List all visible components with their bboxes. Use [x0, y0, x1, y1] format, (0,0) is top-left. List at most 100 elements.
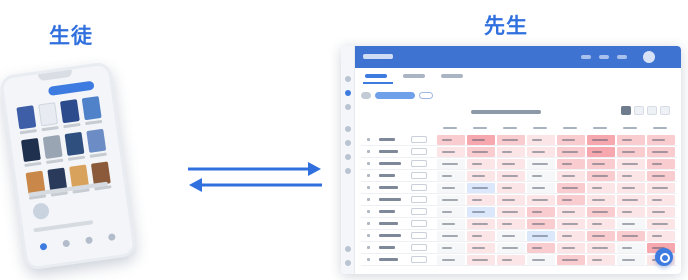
avatar: [31, 202, 51, 221]
heatmap-cell: [587, 159, 615, 169]
heatmap-cell: [527, 195, 555, 205]
cell-value-placeholder: [652, 235, 662, 237]
student-name-placeholder: [379, 162, 401, 165]
row-index: [367, 210, 370, 213]
sidebar-icon: [345, 76, 351, 82]
heatmap-cell: [437, 159, 465, 169]
student-phone-mockup: [0, 61, 138, 271]
column-header: [473, 127, 487, 129]
heatmap-cell: [467, 147, 495, 157]
heatmap-cell: [497, 243, 525, 253]
heatmap-cell: [527, 243, 555, 253]
table-row: [361, 146, 677, 158]
book-item: [38, 102, 59, 132]
row-index: [367, 174, 370, 177]
phone-tab: [62, 239, 71, 247]
heatmap-cell: [587, 135, 615, 145]
row-badge: [411, 148, 427, 155]
student-name-placeholder: [379, 258, 398, 261]
cell-value-placeholder: [442, 223, 455, 225]
student-name-placeholder: [379, 138, 395, 141]
heatmap-cell: [617, 195, 645, 205]
row-index: [367, 186, 370, 189]
cell-value-placeholder: [652, 139, 665, 141]
heatmap-cell: [587, 243, 615, 253]
heatmap-cell: [587, 255, 615, 265]
heatmap-cell: [587, 171, 615, 181]
heatmap-cell: [617, 183, 645, 193]
heatmap-cell: [557, 135, 585, 145]
heatmap-cell: [527, 159, 555, 169]
heatmap-cell: [617, 243, 645, 253]
cell-value-placeholder: [532, 139, 542, 141]
table-row: [361, 134, 677, 146]
header-item: [581, 55, 591, 59]
sidebar-icon: [345, 260, 351, 266]
table-row: [361, 230, 677, 242]
cell-value-placeholder: [532, 163, 548, 165]
dashboard-header: [355, 46, 681, 68]
heatmap-cell: [497, 135, 525, 145]
heatmap-cell: [497, 159, 525, 169]
heatmap-cell: [647, 219, 675, 229]
cell-value-placeholder: [562, 151, 578, 153]
cell-value-placeholder: [502, 199, 515, 201]
student-name-placeholder: [379, 246, 395, 249]
cell-value-placeholder: [562, 187, 578, 189]
arrow-left-icon: [189, 178, 322, 192]
cell-value-placeholder: [562, 199, 572, 201]
cell-value-placeholder: [532, 223, 545, 225]
row-index: [367, 150, 370, 153]
cell-value-placeholder: [622, 163, 638, 165]
column-header: [653, 127, 667, 129]
book-item: [42, 134, 64, 164]
book-item: [20, 137, 42, 168]
cell-value-placeholder: [592, 175, 608, 177]
column-header: [533, 127, 547, 129]
row-index: [367, 222, 370, 225]
cell-value-placeholder: [502, 187, 512, 189]
cell-value-placeholder: [532, 151, 545, 153]
cell-value-placeholder: [502, 163, 515, 165]
heatmap-cell: [647, 135, 675, 145]
heatmap-cell: [527, 231, 555, 241]
dashboard-tabs: [365, 74, 463, 78]
heatmap-cell: [587, 183, 615, 193]
heatmap-cell: [617, 207, 645, 217]
heatmap-cell: [647, 195, 675, 205]
teacher-dashboard-mockup: [341, 46, 681, 274]
cell-value-placeholder: [442, 199, 458, 201]
cell-value-placeholder: [592, 163, 605, 165]
heatmap-cell: [437, 219, 465, 229]
row-badge: [411, 136, 427, 143]
cell-value-placeholder: [622, 235, 638, 237]
heatmap-cell: [497, 147, 525, 157]
heatmap-cell: [437, 243, 465, 253]
table-caption-placeholder: [471, 110, 541, 114]
cell-value-placeholder: [622, 175, 632, 177]
heatmap-cell: [497, 171, 525, 181]
heatmap-cell: [527, 207, 555, 217]
cell-value-placeholder: [592, 139, 608, 141]
cell-value-placeholder: [502, 175, 518, 177]
cell-value-placeholder: [472, 175, 485, 177]
heatmap-cell: [587, 147, 615, 157]
column-header: [443, 127, 457, 129]
book-item: [86, 128, 107, 158]
cell-value-placeholder: [442, 211, 452, 213]
filter-label: [361, 92, 371, 99]
book-item: [59, 99, 81, 129]
cell-value-placeholder: [562, 163, 572, 165]
cell-value-placeholder: [622, 259, 635, 261]
heatmap-cell: [587, 219, 615, 229]
cell-value-placeholder: [562, 211, 575, 213]
row-index: [367, 246, 370, 249]
row-divider: [361, 265, 677, 266]
table-row: [361, 218, 677, 230]
heatmap-cell: [557, 195, 585, 205]
cell-value-placeholder: [532, 235, 548, 237]
cell-value-placeholder: [472, 139, 485, 141]
heatmap-cell: [467, 231, 495, 241]
table-row: [361, 170, 677, 182]
cell-value-placeholder: [442, 259, 455, 261]
